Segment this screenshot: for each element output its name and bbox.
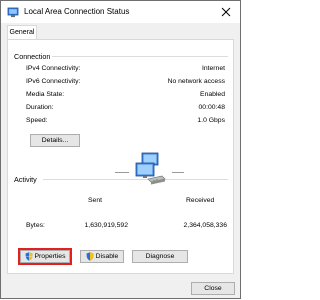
bytes-sent-value: 1,630,919,592 <box>84 222 128 229</box>
uac-shield-icon <box>25 252 32 261</box>
bytes-label: Bytes: <box>26 222 45 229</box>
ipv6-label: IPv6 Connectivity: <box>26 78 81 85</box>
disable-button[interactable]: Disable <box>80 250 124 263</box>
sent-label: Sent <box>88 197 102 204</box>
general-panel: Connection IPv4 Connectivity: Internet I… <box>7 39 234 274</box>
tab-general[interactable]: General <box>7 25 37 40</box>
tab-strip: General <box>1 23 240 40</box>
network-adapter-icon <box>7 7 19 18</box>
connection-divider <box>52 56 228 57</box>
media-state-label: Media State: <box>26 91 65 98</box>
title-bar[interactable]: Local Area Connection Status <box>1 1 240 23</box>
status-window: Local Area Connection Status General Con… <box>0 0 241 299</box>
sent-activity-line <box>115 172 129 173</box>
ipv4-value: Internet <box>201 65 225 72</box>
ipv6-value: No network access <box>167 78 225 85</box>
speed-label: Speed: <box>26 117 48 124</box>
duration-label: Duration: <box>26 104 54 111</box>
media-state-value: Enabled <box>200 91 225 98</box>
properties-label: Properties <box>34 253 66 260</box>
properties-button[interactable]: Properties <box>18 248 72 265</box>
network-activity-icon <box>135 152 166 185</box>
speed-value: 1.0 Gbps <box>197 117 225 124</box>
uac-shield-icon <box>86 252 94 261</box>
activity-heading: Activity <box>14 175 37 184</box>
disable-label: Disable <box>95 253 119 260</box>
bytes-received-value: 2,364,058,336 <box>183 222 227 229</box>
close-icon[interactable] <box>217 3 235 21</box>
ipv4-label: IPv4 Connectivity: <box>26 65 81 72</box>
window-title: Local Area Connection Status <box>24 7 130 16</box>
details-button[interactable]: Details... <box>30 134 80 147</box>
connection-heading: Connection <box>14 52 51 61</box>
duration-value: 00:00:48 <box>198 104 225 111</box>
received-label: Received <box>186 197 215 204</box>
close-button[interactable]: Close <box>191 282 235 295</box>
diagnose-button[interactable]: Diagnose <box>132 250 188 263</box>
received-activity-line <box>172 172 184 173</box>
